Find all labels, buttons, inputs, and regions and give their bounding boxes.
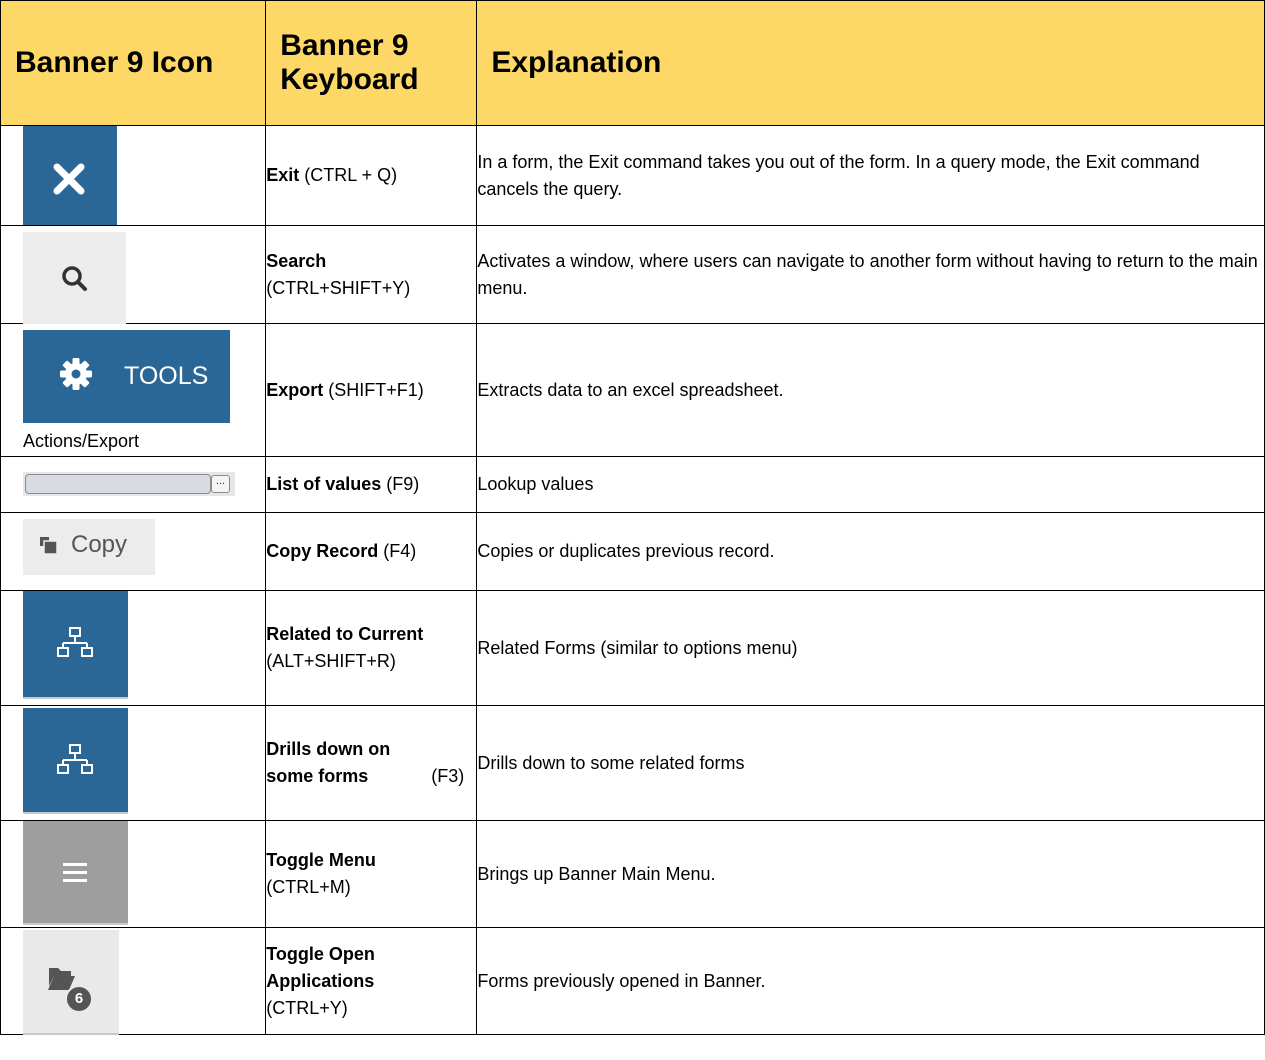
icon-cell [0,225,267,324]
command-name: Toggle Open Applications [266,943,375,991]
explanation-cell: Brings up Banner Main Menu. [476,820,1265,928]
keyboard-cell: Exit (CTRL + Q) [265,125,478,226]
sitemap-icon [57,627,93,657]
folder-open-icon [48,968,75,990]
shortcut-keys: (CTRL+SHIFT+Y) [266,277,411,298]
header-icon: Banner 9 Icon [0,0,267,126]
lov-input [25,474,211,494]
table-row: Exit (CTRL + Q) In a form, the Exit comm… [0,125,1265,226]
keyboard-cell: Copy Record (F4) [265,512,478,591]
keyboard-cell: Toggle Open Applications (CTRL+Y) [265,927,478,1035]
icon-cell: ... [0,456,267,513]
table-row: Related to Current (ALT+SHIFT+R) Related … [0,590,1265,706]
shortcut-keys: (F4) [383,541,417,561]
explanation-cell: Related Forms (similar to options menu) [476,590,1265,706]
search-button [23,232,126,324]
icon-cell: 6 [0,927,267,1035]
command-name: Toggle Menu [266,850,376,870]
explanation-cell: Extracts data to an excel spreadsheet. [476,323,1265,457]
shortcut-keys: (ALT+SHIFT+R) [266,651,396,671]
keyboard-cell: List of values (F9) [265,456,478,513]
toggle-menu-button [23,821,128,925]
shortcut-keys: (F9) [386,474,420,494]
icon-cell [0,590,267,706]
close-x-icon [53,163,85,195]
copy-button: Copy [23,519,155,575]
ellipsis-icon: ... [215,475,226,487]
explanation-cell: Drills down to some related forms [476,705,1265,821]
table-row: Drills down on some forms (F3) Drills do… [0,705,1265,821]
keyboard-cell: Export (SHIFT+F1) [265,323,478,457]
lov-field: ... [23,472,235,496]
table-row: 6 Toggle Open Applications (CTRL+Y) Forms… [0,927,1265,1035]
icon-caption: Actions/Export [23,431,140,451]
tools-button: TOOLS [23,330,230,423]
tools-label: TOOLS [124,362,209,390]
icon-cell [0,705,267,821]
table-header-row: Banner 9 Icon Banner 9 Keyboard Explanat… [0,0,1265,126]
table-row: Search (CTRL+SHIFT+Y) Activates a window,… [0,225,1265,324]
explanation-cell: In a form, the Exit command takes you ou… [476,125,1265,226]
open-apps-button: 6 [23,930,119,1035]
badge-count: 6 [74,990,84,1007]
command-name: Drills down on some forms [266,739,391,786]
keyboard-cell: Search (CTRL+SHIFT+Y) [265,225,478,324]
copy-label: Copy [71,531,128,558]
exit-button [23,126,117,225]
explanation-cell: Forms previously opened in Banner. [476,927,1265,1035]
header-keyboard: Banner 9 Keyboard [265,0,478,126]
explanation-cell: Lookup values [476,456,1265,513]
related-button [23,591,128,699]
shortcut-keys: (SHIFT+F1) [328,379,424,400]
table-row: TOOLS Actions/Export Export (SHIFT+F1) E… [0,323,1265,457]
shortcut-keys: (CTRL+M) [266,877,351,897]
icon-cell: TOOLS Actions/Export [0,323,267,457]
command-name: List of values [266,474,382,494]
command-name: Exit [266,165,300,185]
icon-cell [0,125,267,226]
keyboard-cell: Drills down on some forms (F3) [265,705,478,821]
shortcut-keys: (CTRL + Q) [304,165,398,185]
sitemap-icon [57,744,93,774]
open-apps-badge: 6 [65,985,93,1013]
explanation-cell: Copies or duplicates previous record. [476,512,1265,591]
lov-ellipsis-button: ... [211,475,230,493]
gear-icon [60,358,92,390]
icon-cell: Copy [0,512,267,591]
table-row: ... List of values (F9) Lookup values [0,456,1265,513]
table-row: Toggle Menu (CTRL+M) Brings up Banner Mai… [0,820,1265,928]
header-explanation: Explanation [476,0,1265,126]
shortcut-keys: (F3) [431,766,465,786]
shortcut-reference-table: Banner 9 Icon Banner 9 Keyboard Explanat… [0,0,1265,1035]
icon-cell [0,820,267,928]
keyboard-cell: Related to Current (ALT+SHIFT+R) [265,590,478,706]
table-row: Copy Copy Record (F4) Copies or duplicat… [0,512,1265,591]
command-name: Related to Current [266,624,424,644]
hamburger-icon [63,863,87,882]
shortcut-keys: (CTRL+Y) [266,997,348,1018]
copy-icon [40,537,58,555]
drill-down-button [23,708,128,814]
command-name: Copy Record [266,541,379,561]
search-icon [62,266,87,291]
keyboard-cell: Toggle Menu (CTRL+M) [265,820,478,928]
explanation-cell: Activates a window, where users can navi… [476,225,1265,324]
command-name: Search [266,250,327,271]
command-name: Export [266,379,324,400]
